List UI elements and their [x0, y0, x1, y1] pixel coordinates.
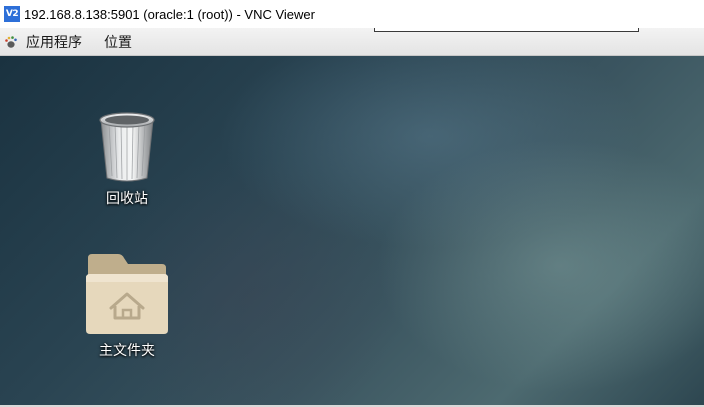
vnc-viewer-window: V2 192.168.8.138:5901 (oracle:1 (root)) … — [0, 0, 704, 407]
desktop-icon-home-folder[interactable]: 主文件夹 — [72, 252, 182, 360]
panel-entry-field[interactable] — [374, 28, 639, 32]
desktop[interactable]: 回收站 主文件夹 — [0, 56, 704, 407]
places-menu-label: 位置 — [104, 34, 132, 51]
top-panel: 应用程序 位置 — [0, 28, 704, 56]
vnc-viewer-app-icon[interactable]: V2 — [4, 6, 20, 22]
desktop-icon-trash-label: 回收站 — [106, 191, 148, 207]
home-folder-icon — [86, 254, 168, 334]
desktop-icon-trash[interactable]: 回收站 — [72, 108, 182, 208]
title-bar[interactable]: V2 192.168.8.138:5901 (oracle:1 (root)) … — [0, 0, 704, 28]
applications-menu-label: 应用程序 — [26, 34, 82, 51]
trash-icon — [99, 112, 155, 182]
places-menu[interactable]: 位置 — [90, 28, 140, 55]
window-title: 192.168.8.138:5901 (oracle:1 (root)) - V… — [24, 6, 315, 22]
gnome-foot-icon — [5, 35, 17, 48]
desktop-icon-home-folder-label: 主文件夹 — [99, 343, 155, 359]
applications-menu[interactable]: 应用程序 — [0, 28, 90, 55]
